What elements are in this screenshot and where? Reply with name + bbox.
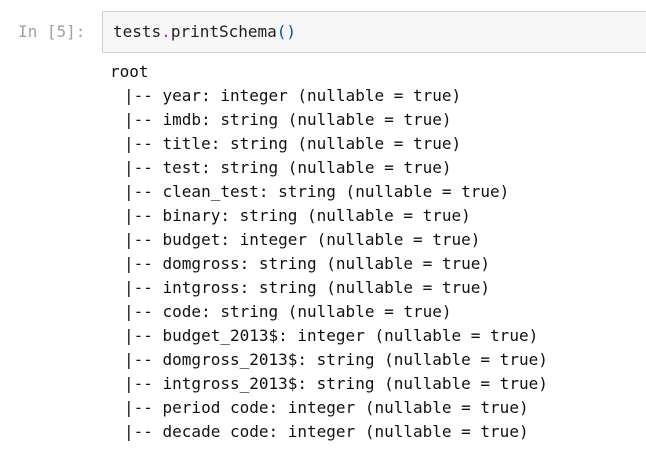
schema-field: |-- intgross: string (nullable = true) bbox=[124, 278, 491, 297]
schema-root: root bbox=[110, 62, 149, 81]
code-input-area[interactable]: tests.printSchema() bbox=[102, 11, 646, 53]
schema-field: |-- domgross: string (nullable = true) bbox=[124, 254, 491, 273]
schema-field: |-- imdb: string (nullable = true) bbox=[124, 110, 452, 129]
code-function-name: printSchema bbox=[170, 22, 277, 41]
code-parentheses: () bbox=[276, 22, 297, 41]
notebook-cell: In [5]: tests.printSchema() root |-- yea… bbox=[0, 0, 646, 472]
input-prompt: In [5]: bbox=[18, 22, 86, 41]
code-dot-operator: . bbox=[161, 22, 171, 41]
schema-field: |-- budget_2013$: integer (nullable = tr… bbox=[124, 326, 539, 345]
schema-field: |-- code: string (nullable = true) bbox=[124, 302, 452, 321]
schema-field: |-- intgross_2013$: string (nullable = t… bbox=[124, 374, 548, 393]
schema-field: |-- budget: integer (nullable = true) bbox=[124, 230, 481, 249]
code-line[interactable]: tests.printSchema() bbox=[113, 22, 296, 42]
schema-field: |-- test: string (nullable = true) bbox=[124, 158, 452, 177]
schema-field: |-- title: string (nullable = true) bbox=[124, 134, 462, 153]
schema-field: |-- binary: string (nullable = true) bbox=[124, 206, 471, 225]
code-object-name: tests bbox=[113, 22, 162, 41]
schema-field: |-- decade code: integer (nullable = tru… bbox=[124, 422, 529, 441]
schema-field: |-- clean_test: string (nullable = true) bbox=[124, 182, 510, 201]
schema-field: |-- period code: integer (nullable = tru… bbox=[124, 398, 529, 417]
output-area: root |-- year: integer (nullable = true)… bbox=[110, 62, 640, 462]
schema-field: |-- year: integer (nullable = true) bbox=[124, 86, 462, 105]
schema-field: |-- domgross_2013$: string (nullable = t… bbox=[124, 350, 548, 369]
